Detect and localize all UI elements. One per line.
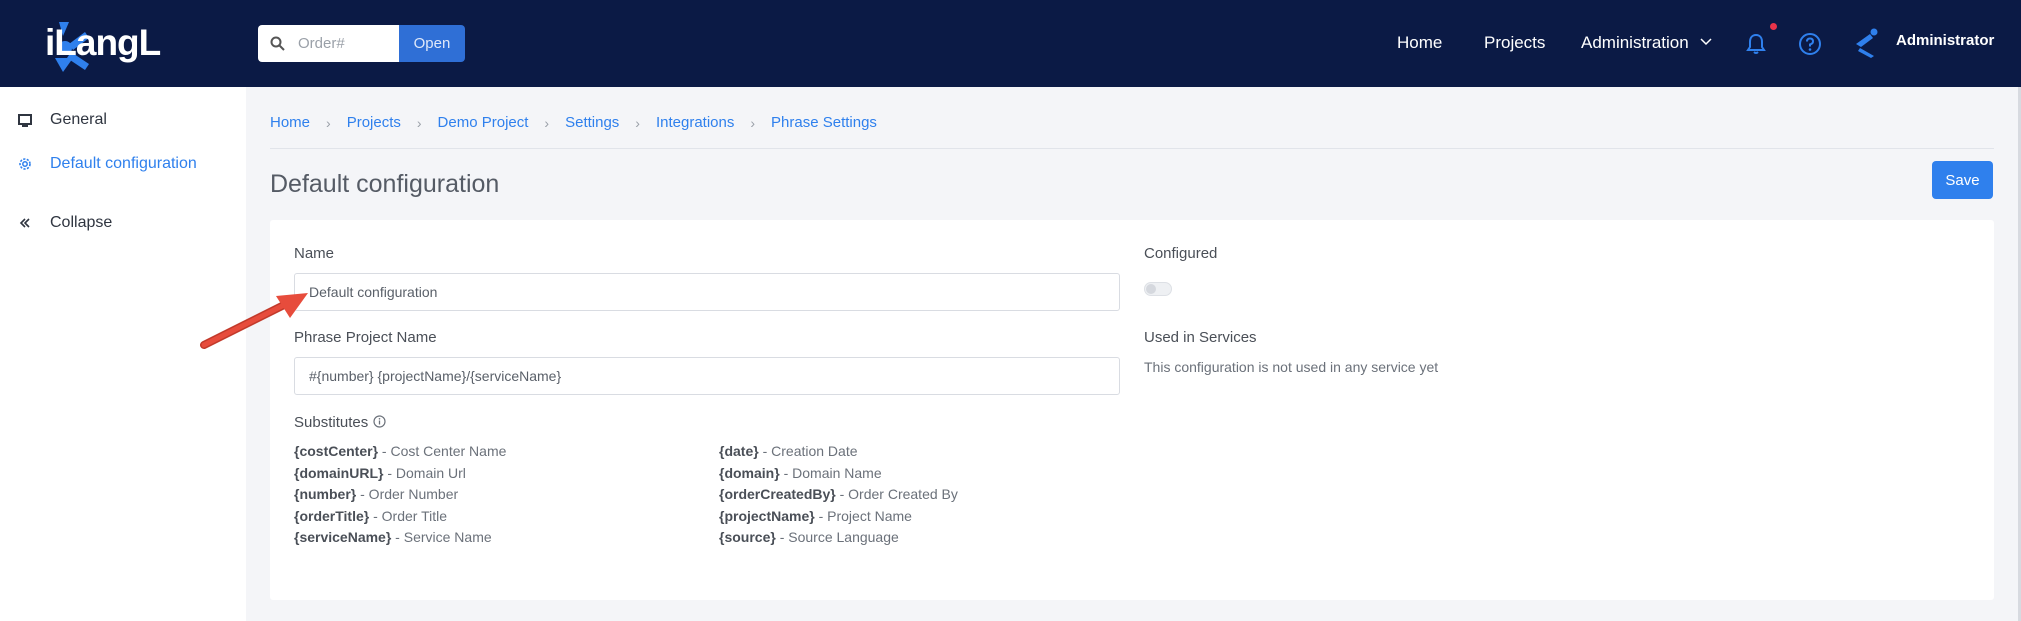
nav-projects[interactable]: Projects: [1484, 33, 1545, 53]
phrase-project-name-field[interactable]: #{number} {projectName}/{serviceName}: [294, 357, 1120, 395]
name-label: Name: [294, 245, 335, 262]
toggle-knob: [1146, 284, 1156, 294]
substitute-key: {orderTitle}: [294, 508, 370, 524]
divider: [270, 148, 1994, 149]
chevron-down-icon[interactable]: [1700, 38, 1712, 46]
substitute-desc: - Domain Name: [779, 465, 882, 481]
info-icon[interactable]: [373, 415, 386, 428]
sidebar-item-general[interactable]: General: [0, 105, 246, 135]
user-icon[interactable]: [1856, 28, 1884, 58]
substitute-item: {source} - Source Language: [719, 529, 899, 545]
substitute-desc: - Order Title: [369, 508, 448, 524]
logo-text[interactable]: iLangL: [45, 22, 161, 64]
used-in-services-text: This configuration is not used in any se…: [1144, 359, 1439, 375]
breadcrumb-integrations[interactable]: Integrations: [656, 114, 734, 131]
chevron-right-icon: ›: [544, 114, 550, 131]
sidebar-collapse-button[interactable]: Collapse: [0, 208, 246, 238]
substitute-desc: - Project Name: [814, 508, 912, 524]
monitor-icon: [18, 114, 32, 127]
used-in-services-label: Used in Services: [1144, 329, 1257, 346]
substitute-desc: - Order Number: [356, 486, 459, 502]
substitute-item: {orderCreatedBy} - Order Created By: [719, 486, 958, 502]
substitute-desc: - Cost Center Name: [378, 443, 507, 459]
substitute-key: {number}: [294, 486, 357, 502]
search-icon: [270, 36, 285, 51]
substitute-key: {projectName}: [719, 508, 815, 524]
substitute-item: {orderTitle} - Order Title: [294, 508, 447, 524]
substitute-item: {projectName} - Project Name: [719, 508, 912, 524]
substitute-key: {date}: [719, 443, 759, 459]
substitute-desc: - Creation Date: [758, 443, 858, 459]
substitute-key: {orderCreatedBy}: [719, 486, 836, 502]
substitute-item: {costCenter} - Cost Center Name: [294, 443, 506, 459]
breadcrumb-demo-project[interactable]: Demo Project: [438, 114, 529, 131]
substitute-desc: - Order Created By: [835, 486, 958, 502]
sidebar-item-label: Default configuration: [50, 155, 197, 172]
substitute-item: {domain} - Domain Name: [719, 465, 882, 481]
user-name[interactable]: Administrator: [1896, 32, 1994, 49]
substitute-key: {costCenter}: [294, 443, 379, 459]
save-button[interactable]: Save: [1932, 161, 1993, 199]
configured-label: Configured: [1144, 245, 1218, 262]
substitute-key: {serviceName}: [294, 529, 392, 545]
help-icon[interactable]: [1798, 32, 1822, 56]
breadcrumb-home[interactable]: Home: [270, 114, 310, 131]
order-number-input[interactable]: [298, 25, 394, 62]
substitute-item: {date} - Creation Date: [719, 443, 858, 459]
chevron-right-icon: ›: [326, 114, 331, 131]
configured-toggle[interactable]: [1144, 282, 1172, 296]
substitute-key: {domain}: [719, 465, 780, 481]
bell-icon[interactable]: [1744, 32, 1768, 56]
substitute-item: {domainURL} - Domain Url: [294, 465, 466, 481]
substitute-key: {source}: [719, 529, 776, 545]
sidebar-item-label: General: [50, 111, 107, 128]
chevron-right-icon: ›: [750, 114, 756, 131]
name-field[interactable]: Default configuration: [294, 273, 1120, 311]
substitute-key: {domainURL}: [294, 465, 384, 481]
double-chevron-left-icon: [19, 218, 30, 228]
order-search-box[interactable]: [258, 25, 399, 62]
sidebar: General Default configuration Collapse: [0, 87, 246, 621]
order-search: Open: [258, 25, 465, 62]
substitute-desc: - Domain Url: [383, 465, 466, 481]
sidebar-item-default-configuration[interactable]: Default configuration: [0, 149, 246, 179]
annotation-arrow-icon: [200, 293, 308, 349]
notification-dot: [1770, 23, 1777, 30]
breadcrumb-projects[interactable]: Projects: [347, 114, 401, 131]
page-title: Default configuration: [270, 170, 500, 198]
breadcrumb-settings[interactable]: Settings: [565, 114, 619, 131]
substitute-item: {serviceName} - Service Name: [294, 529, 492, 545]
breadcrumb-phrase-settings[interactable]: Phrase Settings: [771, 114, 877, 131]
nav-administration[interactable]: Administration: [1581, 33, 1689, 53]
breadcrumb: Home › Projects › Demo Project › Setting…: [270, 114, 877, 131]
chevron-right-icon: ›: [416, 114, 422, 131]
substitutes-label: Substitutes: [294, 414, 369, 431]
open-order-button[interactable]: Open: [399, 25, 465, 62]
gear-icon: [19, 158, 31, 170]
nav-home[interactable]: Home: [1397, 33, 1442, 53]
sidebar-item-label: Collapse: [50, 214, 113, 231]
substitute-item: {number} - Order Number: [294, 486, 458, 502]
substitute-desc: - Service Name: [391, 529, 492, 545]
substitute-desc: - Source Language: [775, 529, 899, 545]
chevron-right-icon: ›: [635, 114, 640, 131]
